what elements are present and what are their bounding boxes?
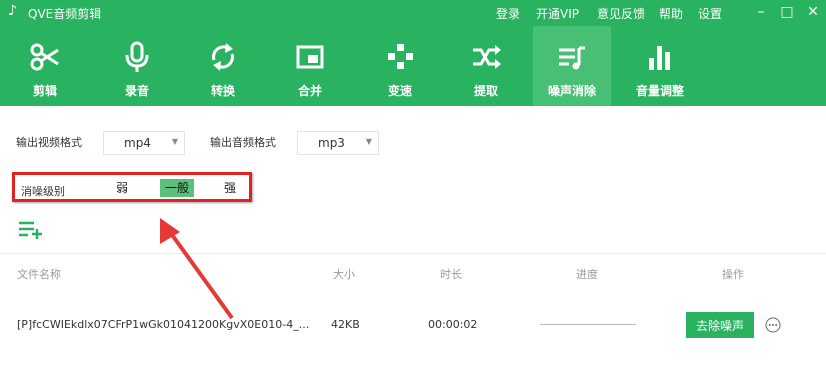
app-title: QVE音频剪辑	[28, 7, 102, 21]
file-name: [P]fcCWIEkdlx07CFrP1wGk01041200KgvX0E010…	[17, 318, 310, 331]
divider	[0, 253, 826, 254]
feedback-link[interactable]: 意见反馈	[597, 5, 645, 22]
audio-format-label: 输出音频格式	[210, 136, 276, 149]
remove-noise-button[interactable]: 去除噪声	[686, 312, 754, 338]
tool-cut[interactable]: 剪辑	[6, 26, 84, 106]
tool-noise-reduction-label: 噪声消除	[547, 84, 596, 98]
column-header-duration: 时长	[440, 268, 462, 281]
file-size: 42KB	[331, 318, 360, 331]
file-duration: 00:00:02	[428, 318, 478, 331]
tool-cut-label: 剪辑	[32, 84, 57, 98]
help-link[interactable]: 帮助	[659, 5, 683, 22]
noise-level-normal[interactable]: 一般	[160, 179, 194, 197]
more-options-icon[interactable]	[765, 317, 781, 333]
noise-level-label: 消噪级别	[21, 185, 65, 198]
column-header-action: 操作	[722, 268, 744, 281]
music-note-icon: ♪	[8, 3, 17, 19]
close-button[interactable]: ✕	[802, 2, 824, 22]
noise-level-strong[interactable]: 强	[219, 179, 241, 197]
video-format-value: mp4	[124, 136, 151, 150]
tool-merge-label: 合并	[297, 84, 322, 98]
login-link[interactable]: 登录	[496, 5, 520, 22]
tool-volume-label: 音量调整	[635, 84, 684, 98]
tool-convert-label: 转换	[210, 84, 235, 98]
tool-merge[interactable]: 合并	[271, 26, 349, 106]
maximize-button[interactable]: □	[776, 2, 798, 22]
column-header-progress: 进度	[576, 268, 598, 281]
noise-level-group: 消噪级别 弱 一般 强	[12, 172, 252, 202]
minimize-button[interactable]: –	[750, 2, 772, 22]
merge-icon	[296, 45, 324, 69]
title-bar: ♪ QVE音频剪辑 登录 开通VIP 意见反馈 帮助 设置 – □ ✕	[0, 0, 826, 26]
tool-volume[interactable]: 音量调整	[621, 26, 699, 106]
speed-icon	[388, 44, 413, 69]
convert-arrows-icon	[212, 43, 234, 71]
settings-link[interactable]: 设置	[698, 5, 722, 22]
video-format-select[interactable]: mp4 ▼	[103, 131, 185, 155]
tool-noise-reduction[interactable]: 噪声消除	[533, 26, 611, 106]
main-toolbar: 剪辑 录音 转换 合并 变速 提取 噪声消除 音量调整	[0, 26, 826, 106]
column-header-size: 大小	[333, 268, 355, 281]
tool-record-label: 录音	[124, 84, 149, 98]
volume-bars-icon	[649, 46, 670, 70]
tool-speed[interactable]: 变速	[361, 26, 439, 106]
audio-format-value: mp3	[318, 136, 345, 150]
video-format-label: 输出视频格式	[16, 136, 82, 149]
extract-shuffle-icon	[473, 45, 501, 69]
tool-extract-label: 提取	[473, 84, 498, 98]
tool-extract[interactable]: 提取	[447, 26, 525, 106]
open-vip-link[interactable]: 开通VIP	[536, 5, 579, 22]
chevron-down-icon: ▼	[171, 137, 178, 146]
noise-reduction-icon	[559, 46, 585, 70]
column-header-name: 文件名称	[17, 268, 61, 281]
add-file-list-icon[interactable]	[18, 220, 44, 240]
audio-format-select[interactable]: mp3 ▼	[297, 131, 379, 155]
tool-record[interactable]: 录音	[98, 26, 176, 106]
scissors-icon	[30, 43, 59, 71]
tool-convert[interactable]: 转换	[184, 26, 262, 106]
microphone-icon	[125, 41, 149, 72]
chevron-down-icon: ▼	[365, 137, 372, 146]
noise-level-weak[interactable]: 弱	[111, 179, 133, 197]
progress-bar	[540, 324, 636, 325]
tool-speed-label: 变速	[387, 84, 412, 98]
